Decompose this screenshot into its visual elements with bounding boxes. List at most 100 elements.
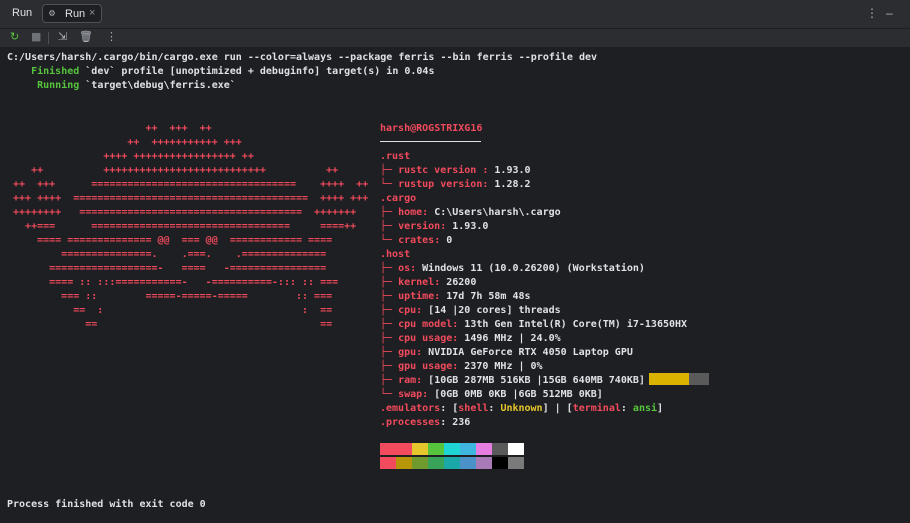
palette-swatch xyxy=(444,443,460,455)
home-row: ├─ home: C:\Users\harsh\.cargo xyxy=(380,207,561,218)
palette-swatch xyxy=(428,457,444,469)
logo-line: ++=== ================================= … xyxy=(7,221,357,232)
cpu-label: cpu xyxy=(398,305,417,316)
rustup-row: └─ rustup version: 1.28.2 xyxy=(380,179,531,190)
version-value: 1.93.0 xyxy=(452,221,489,232)
logo-line: === :: =====-=====-===== :: === xyxy=(7,291,333,302)
gpu-usage-value: 2370 MHz | 0% xyxy=(464,361,543,372)
crates-label: crates xyxy=(398,235,435,246)
logo-line: ++++ +++++++++++++++++ ++ xyxy=(7,151,254,162)
rerun-icon[interactable]: ↻ xyxy=(10,30,19,43)
finished-detail: `dev` profile [unoptimized + debuginfo] … xyxy=(79,66,435,77)
logo-line: +++ ++++ ===============================… xyxy=(7,193,369,204)
run-tab[interactable]: ⚙ Run × xyxy=(42,4,102,23)
username: harsh xyxy=(380,123,411,134)
exit-message: Process finished with exit code 0 xyxy=(7,499,206,510)
terminal-value: ansi xyxy=(632,403,658,414)
ram-row: ├─ ram: [10GB 287MB 516KB |15GB 640MB 74… xyxy=(380,375,645,386)
uptime-value: 17d 7h 58m 48s xyxy=(446,291,531,302)
ram-value: [10GB 287MB 516KB |15GB 640MB 740KB] xyxy=(428,375,645,386)
uptime-label: uptime xyxy=(398,291,435,302)
palette-swatch xyxy=(412,443,428,455)
host-section-header: .host xyxy=(380,249,411,260)
uptime-row: ├─ uptime: 17d 7h 58m 48s xyxy=(380,291,531,302)
palette-swatch xyxy=(476,457,492,469)
cpu-model-row: ├─ cpu model: 13th Gen Intel(R) Core(TM)… xyxy=(380,319,688,330)
os-label: os xyxy=(398,263,411,274)
cargo-section-header: .cargo xyxy=(380,193,417,204)
running-status: Running xyxy=(37,80,80,91)
cpu-usage-row: ├─ cpu usage: 1496 MHz | 24.0% xyxy=(380,333,561,344)
close-icon[interactable]: × xyxy=(89,7,95,19)
logo-line: ===============. .===. .============== xyxy=(7,249,327,260)
crates-value: 0 xyxy=(446,235,453,246)
palette-swatch xyxy=(380,443,396,455)
palette-swatch xyxy=(492,457,508,469)
cpu-model-value: 13th Gen Intel(R) Core(TM) i7-13650HX xyxy=(464,319,688,330)
rustup-value: 1.28.2 xyxy=(494,179,531,190)
rust-section-header: .rust xyxy=(380,151,411,162)
stop-icon[interactable]: ■ xyxy=(31,30,41,43)
cpu-value: [14 |20 cores] threads xyxy=(428,305,561,316)
palette-swatch xyxy=(476,443,492,455)
trash-icon[interactable]: 🗑 xyxy=(79,30,93,43)
ram-usage-empty xyxy=(689,373,709,385)
hostname: ROGSTRIXG16 xyxy=(416,123,483,134)
finished-status: Finished xyxy=(31,66,80,77)
palette-swatch xyxy=(428,443,444,455)
palette-swatch xyxy=(396,457,412,469)
gpu-usage-label: gpu usage xyxy=(398,361,453,372)
rustc-value: 1.93.0 xyxy=(494,165,531,176)
swap-row: └─ swap: [0GB 0MB 0KB |6GB 512MB 0KB] xyxy=(380,389,603,400)
home-label: home xyxy=(398,207,423,218)
kernel-row: ├─ kernel: 26200 xyxy=(380,277,477,288)
toolbar-separator xyxy=(48,32,49,44)
version-label: version xyxy=(398,221,441,232)
color-palette-row-2 xyxy=(380,457,524,469)
os-row: ├─ os: Windows 11 (10.0.26200) (Workstat… xyxy=(380,263,645,274)
logo-line: ++ +++ =================================… xyxy=(7,179,369,190)
palette-swatch xyxy=(508,443,524,455)
logo-line: ==== ============== @@ === @@ ==========… xyxy=(7,235,333,246)
processes-value: 236 xyxy=(452,417,471,428)
palette-swatch xyxy=(460,457,476,469)
emulators-row: .emulators: [shell: Unknown] | [terminal… xyxy=(380,403,664,414)
gpu-row: ├─ gpu: NVIDIA GeForce RTX 4050 Laptop G… xyxy=(380,347,633,358)
finished-line: Finished `dev` profile [unoptimized + de… xyxy=(7,66,434,78)
kernel-value: 26200 xyxy=(446,277,477,288)
minimize-icon[interactable]: – xyxy=(886,6,893,20)
cpu-usage-label: cpu usage xyxy=(398,333,453,344)
command-line: C:/Users/harsh/.cargo/bin/cargo.exe run … xyxy=(7,52,598,63)
palette-swatch xyxy=(396,443,412,455)
logo-line: ++ +++ ++ xyxy=(7,123,212,134)
console-output[interactable]: C:/Users/harsh/.cargo/bin/cargo.exe run … xyxy=(0,48,910,523)
rustup-label: rustup version xyxy=(398,179,483,190)
logo-line: ==================- ==== -==============… xyxy=(7,263,327,274)
cpu-model-label: cpu model xyxy=(398,319,453,330)
logo-line: ++ +++++++++++ +++ xyxy=(7,137,242,148)
logo-line: == == xyxy=(7,319,333,330)
scroll-to-end-icon[interactable]: ⇲ xyxy=(58,30,67,43)
palette-swatch xyxy=(492,443,508,455)
more-actions-icon[interactable]: ⋮ xyxy=(106,30,117,43)
running-line: Running `target\debug\ferris.exe` xyxy=(7,80,236,92)
logo-line: == : : == xyxy=(7,305,333,316)
palette-swatch xyxy=(444,457,460,469)
logo-line: ==== :: :::===========- -==========-::: … xyxy=(7,277,339,288)
emulators-label: .emulators xyxy=(380,403,441,414)
gpu-value: NVIDIA GeForce RTX 4050 Laptop GPU xyxy=(428,347,633,358)
terminal-label: terminal xyxy=(572,403,621,414)
palette-swatch xyxy=(460,443,476,455)
tool-window-header: Run ⚙ Run × ⋮ – xyxy=(0,0,910,29)
cpu-usage-value: 1496 MHz | 24.0% xyxy=(464,333,561,344)
processes-row: .processes: 236 xyxy=(380,417,471,428)
rustc-row: ├─ rustc version : 1.93.0 xyxy=(380,165,531,176)
more-options-icon[interactable]: ⋮ xyxy=(866,6,878,20)
run-toolbar: ↻ ■ ⇲ 🗑 ⋮ xyxy=(0,29,910,47)
user-host-line: harsh@ROGSTRIXG16 xyxy=(380,123,482,135)
color-palette-row-1 xyxy=(380,443,524,455)
logo-line: ++ +++++++++++++++++++++++++++ ++ xyxy=(7,165,339,176)
palette-swatch xyxy=(508,457,524,469)
gpu-usage-row: ├─ gpu usage: 2370 MHz | 0% xyxy=(380,361,543,372)
ram-label: ram xyxy=(398,375,417,386)
